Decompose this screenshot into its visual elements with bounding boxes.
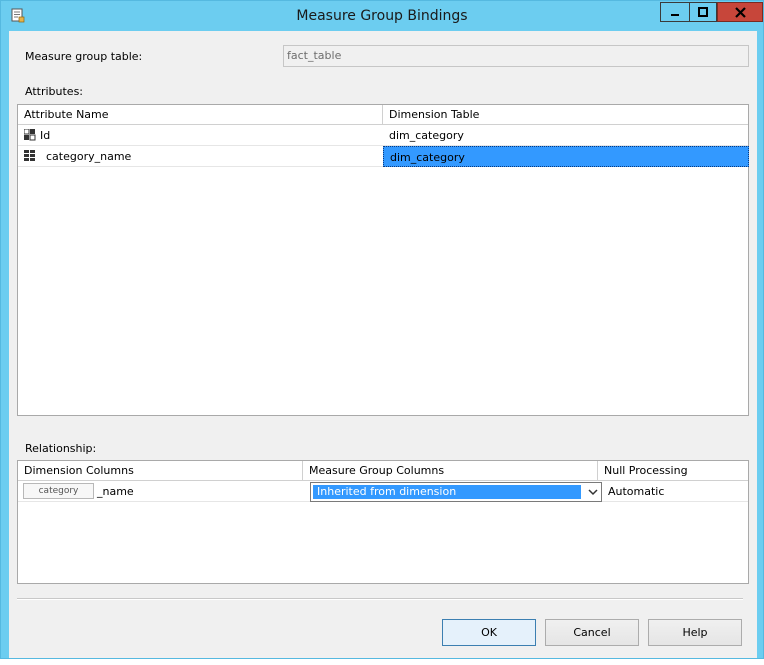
maximize-icon bbox=[698, 7, 708, 17]
title-bar[interactable]: Measure Group Bindings bbox=[1, 1, 763, 31]
measure-group-column-value: Inherited from dimension bbox=[313, 485, 581, 499]
column-header-dimension-columns[interactable]: Dimension Columns bbox=[18, 461, 303, 481]
relationship-grid[interactable]: Dimension Columns Measure Group Columns … bbox=[17, 460, 749, 584]
chevron-down-icon[interactable] bbox=[588, 489, 598, 496]
dimension-table-cell-selected[interactable]: dim_category bbox=[383, 146, 749, 167]
close-icon bbox=[734, 6, 746, 18]
attribute-icon bbox=[24, 150, 35, 161]
window-title: Measure Group Bindings bbox=[296, 8, 468, 24]
column-header-dimension-table[interactable]: Dimension Table bbox=[383, 105, 748, 125]
attributes-grid[interactable]: Attribute Name Dimension Table Id dim_ca… bbox=[17, 104, 749, 416]
minimize-button[interactable] bbox=[660, 2, 689, 22]
maximize-button[interactable] bbox=[689, 2, 717, 22]
dimension-table-cell[interactable]: dim_category bbox=[383, 125, 748, 146]
column-header-null-processing[interactable]: Null Processing bbox=[598, 461, 748, 481]
column-header-attribute-name[interactable]: Attribute Name bbox=[18, 105, 383, 125]
attribute-name-cell[interactable]: category_name bbox=[40, 146, 383, 167]
attributes-label: Attributes: bbox=[25, 85, 84, 98]
column-header-measure-group-columns[interactable]: Measure Group Columns bbox=[303, 461, 598, 481]
attribute-name-cell[interactable]: Id bbox=[34, 125, 383, 146]
ok-button[interactable]: OK bbox=[442, 619, 536, 646]
relationship-grid-header: Dimension Columns Measure Group Columns … bbox=[18, 461, 748, 481]
cancel-button[interactable]: Cancel bbox=[545, 619, 639, 646]
relationship-label: Relationship: bbox=[25, 442, 97, 455]
help-button[interactable]: Help bbox=[648, 619, 742, 646]
dimension-column-suffix: _name bbox=[97, 485, 134, 498]
null-processing-cell[interactable]: Automatic bbox=[602, 481, 748, 502]
measure-group-table-field[interactable]: fact_table bbox=[283, 45, 749, 67]
dialog-client-area: Measure group table: fact_table Attribut… bbox=[9, 31, 757, 658]
table-row[interactable]: category_name dim_category bbox=[18, 146, 749, 167]
attributes-grid-header: Attribute Name Dimension Table bbox=[18, 105, 748, 125]
dialog-window: Measure Group Bindings Measure group tab… bbox=[0, 0, 764, 659]
footer-divider bbox=[17, 598, 743, 600]
measure-group-column-dropdown[interactable]: Inherited from dimension bbox=[310, 482, 602, 502]
dimension-column-tag: category bbox=[23, 483, 94, 499]
close-button[interactable] bbox=[717, 2, 763, 22]
minimize-icon bbox=[671, 14, 679, 16]
table-row[interactable]: category _name Inherited from dimension … bbox=[18, 481, 748, 502]
background-strip bbox=[0, 659, 764, 665]
table-row[interactable]: Id dim_category bbox=[18, 125, 748, 146]
measure-group-table-label: Measure group table: bbox=[25, 50, 143, 63]
